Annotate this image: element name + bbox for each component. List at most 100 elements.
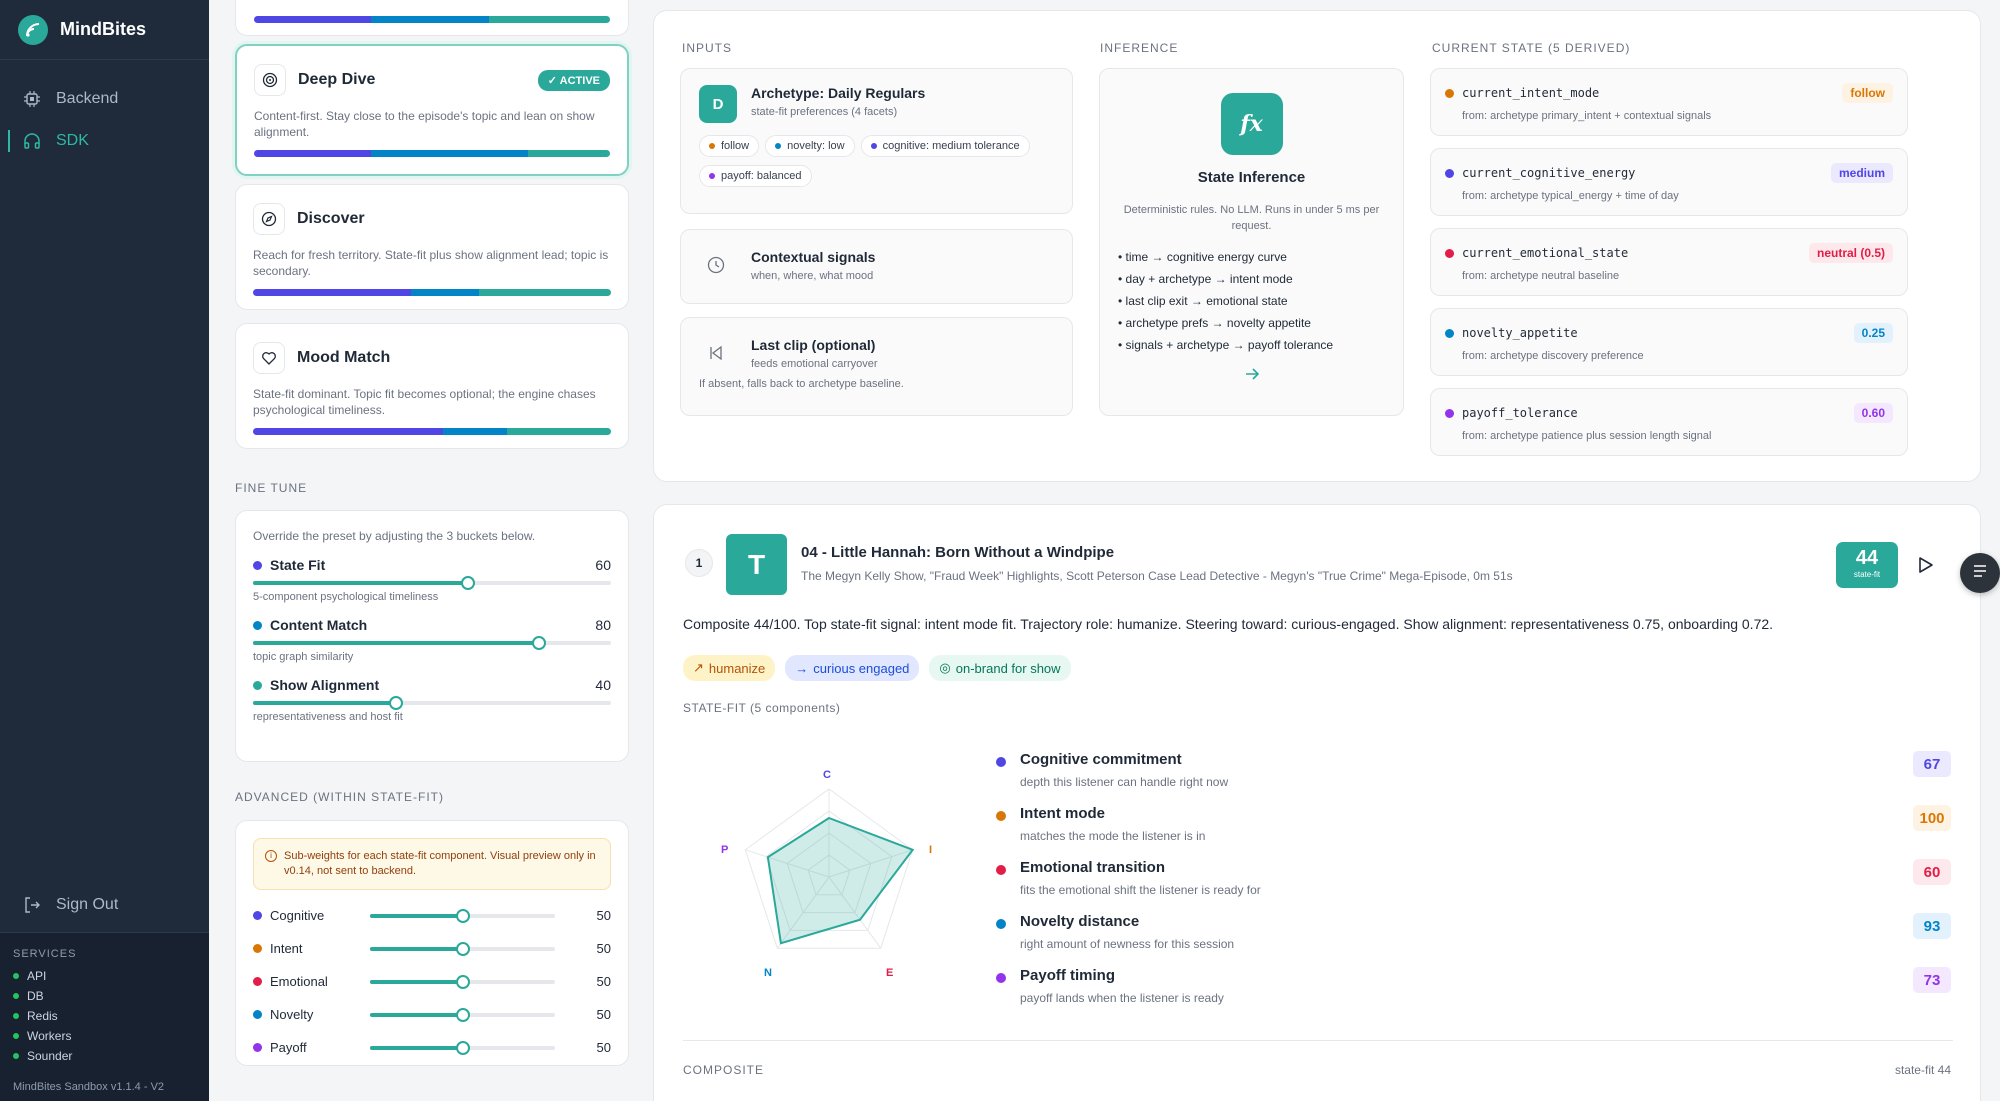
state-card[interactable]: novelty_appetite 0.25 from: archetype dis… (1430, 308, 1908, 376)
service-item: Workers (13, 1026, 196, 1046)
sub-weight-emotional[interactable]: Emotional 50 (253, 965, 611, 998)
color-dot (1445, 168, 1454, 178)
slider-track[interactable] (370, 974, 555, 989)
sub-weight-novelty[interactable]: Novelty 50 (253, 998, 611, 1031)
status-dot (13, 1053, 19, 1059)
state-name: novelty_appetite (1462, 326, 1578, 340)
color-dot (1445, 408, 1454, 418)
nav-item-sdk[interactable]: SDK (0, 120, 209, 162)
state-card[interactable]: current_emotional_state neutral (0.5) fro… (1430, 228, 1908, 296)
preset-card-mood-match[interactable]: Mood Match State-fit dominant. Topic fit… (235, 323, 629, 449)
component-description: matches the mode the listener is in (1020, 829, 1206, 843)
state-card[interactable]: current_intent_mode follow from: archetyp… (1430, 68, 1908, 136)
weight-bar (253, 428, 611, 435)
component-row: Intent mode matches the mode the listene… (996, 805, 1951, 859)
play-icon[interactable] (1918, 556, 1934, 579)
color-dot (253, 911, 262, 920)
weight-bar (253, 289, 611, 296)
component-description: payoff lands when the listener is ready (1020, 991, 1224, 1005)
slider-track[interactable] (253, 576, 611, 590)
state-fit-radar: C I E N P (721, 769, 932, 979)
state-fit-label: STATE-FIT (5 components) (683, 701, 841, 715)
nav-label: Backend (56, 90, 119, 107)
sub-weight-payoff[interactable]: Payoff 50 (253, 1031, 611, 1064)
archetype-avatar: D (699, 85, 737, 123)
inference-rule: • last clip exit → emotional state (1118, 294, 1288, 308)
slider-description: topic graph similarity (253, 651, 354, 663)
slider-thumb[interactable] (455, 1007, 470, 1022)
slider-track[interactable] (370, 908, 555, 923)
archetype-card[interactable]: D Archetype: Daily Regulars state-fit pr… (680, 68, 1073, 214)
cpu-icon (22, 89, 42, 109)
services-title: SERVICES (13, 948, 77, 960)
logo-icon (18, 14, 48, 45)
color-dot (996, 811, 1006, 821)
composite-value: state-fit 44 (1894, 1063, 1951, 1077)
slider-thumb[interactable] (455, 908, 470, 923)
services-panel: SERVICES API DB Redis Workers Sounder Mi… (0, 932, 209, 1101)
target-icon (254, 64, 286, 96)
radar-label-n: N (764, 967, 772, 979)
component-score: 67 (1913, 751, 1951, 777)
radar-label-i: I (929, 844, 932, 856)
nav-item-backend[interactable]: Backend (0, 78, 209, 120)
slider-thumb[interactable] (460, 576, 475, 590)
logo[interactable]: MindBites (0, 0, 209, 60)
state-value: 0.25 (1853, 323, 1893, 343)
slider-track[interactable] (253, 696, 611, 710)
last-clip-note: If absent, falls back to archetype basel… (699, 378, 904, 390)
score-value: 44 (1855, 547, 1879, 569)
component-row: Novelty distance right amount of newness… (996, 913, 1951, 967)
content-match-slider[interactable]: Content Match 80 topic graph similarity (253, 617, 611, 663)
slider-value: 60 (595, 557, 611, 573)
slider-track[interactable] (370, 1007, 555, 1022)
radar-label-p: P (721, 844, 728, 856)
preset-card-previous[interactable] (235, 0, 629, 36)
component-score: 60 (1913, 859, 1951, 885)
trend-up-icon: ↗ (693, 660, 704, 675)
preset-card-deep-dive[interactable]: Deep Dive ✓ ACTIVE Content-first. Stay c… (235, 44, 629, 176)
preset-description: State-fit dominant. Topic fit becomes op… (253, 387, 596, 417)
inference-title: State Inference (1197, 169, 1306, 186)
state-card[interactable]: payoff_tolerance 0.60 from: archetype pat… (1430, 388, 1908, 456)
slider-track[interactable] (370, 1040, 555, 1055)
state-card[interactable]: current_cognitive_energy medium from: arc… (1430, 148, 1908, 216)
component-row: Payoff timing payoff lands when the list… (996, 967, 1951, 1021)
episode-title[interactable]: 04 - Little Hannah: Born Without a Windp… (801, 544, 1114, 561)
info-icon: i (265, 850, 277, 862)
state-fit-slider[interactable]: State Fit 60 5-component psychological ti… (253, 557, 611, 603)
slider-thumb[interactable] (455, 1040, 470, 1055)
color-dot (1445, 88, 1454, 98)
sub-weight-cognitive[interactable]: Cognitive 50 (253, 899, 611, 932)
component-row: Emotional transition fits the emotional … (996, 859, 1951, 913)
radar-label-c: C (823, 769, 831, 781)
preset-title: Discover (297, 210, 365, 227)
last-clip-card[interactable]: Last clip (optional) feeds emotional car… (680, 317, 1073, 416)
rank-badge: 1 (685, 549, 713, 577)
slider-thumb[interactable] (389, 696, 404, 710)
slider-thumb[interactable] (532, 636, 547, 650)
sub-weight-intent[interactable]: Intent 50 (253, 932, 611, 965)
slider-thumb[interactable] (455, 941, 470, 956)
weight-bar (254, 150, 610, 157)
contextual-signals-card[interactable]: Contextual signals when, where, what moo… (680, 229, 1073, 304)
preset-description: Content-first. Stay close to the episode… (254, 109, 595, 139)
color-dot (253, 560, 262, 570)
sign-out-button[interactable]: Sign Out (0, 885, 209, 925)
slider-track[interactable] (253, 636, 611, 650)
preset-card-discover[interactable]: Discover Reach for fresh territory. Stat… (235, 184, 629, 310)
slider-description: 5-component psychological timeliness (253, 591, 439, 603)
component-score: 100 (1913, 805, 1951, 831)
episode-subtitle: The Megyn Kelly Show, "Fraud Week" Highl… (801, 569, 1513, 583)
color-dot (996, 919, 1006, 929)
floating-menu-button[interactable] (1960, 553, 2000, 593)
weight-bar (254, 16, 610, 23)
show-alignment-slider[interactable]: Show Alignment 40 representativeness and … (253, 677, 611, 723)
sidebar: MindBites Backend SDK Sign Out SERVICES … (0, 0, 209, 1101)
slider-track[interactable] (370, 941, 555, 956)
inference-rule: • signals + archetype → payoff tolerance (1118, 338, 1334, 352)
state-source: from: archetype primary_intent + context… (1462, 110, 1712, 122)
state-source: from: archetype neutral baseline (1462, 270, 1620, 282)
slider-thumb[interactable] (455, 974, 470, 989)
contextual-title: Contextual signals (751, 248, 876, 265)
